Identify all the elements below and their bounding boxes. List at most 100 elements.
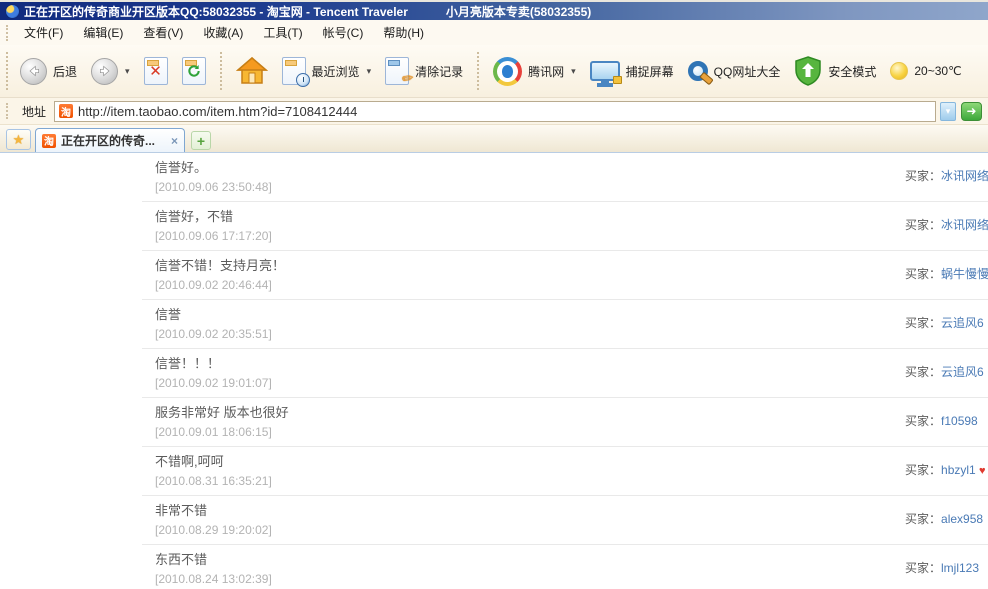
tencent-traveler-logo-icon [6, 5, 19, 18]
buyer-name-link[interactable]: 云追风6 [941, 316, 984, 330]
review-date: [2010.09.02 20:46:44] [155, 278, 988, 292]
buyer-name-link[interactable]: lmjl123 [941, 561, 979, 575]
capture-screen-button[interactable]: 捕捉屏幕 [583, 57, 681, 85]
tab-close-icon[interactable]: × [171, 134, 178, 148]
review-text: 非常不错 [155, 503, 988, 518]
buyer-name-link[interactable]: 冰讯网络 [941, 218, 988, 232]
tab-favicon-icon: 淘 [42, 134, 56, 148]
buyer-label: 买家： [905, 267, 941, 281]
tencent-web-button[interactable]: 腾讯网 ▾ [486, 53, 583, 90]
refresh-icon [182, 57, 206, 85]
toolbar-separator [477, 52, 479, 90]
go-button[interactable]: ➜ [961, 102, 982, 121]
shield-icon [794, 56, 822, 86]
safe-mode-button[interactable]: 安全模式 [787, 52, 883, 90]
buyer-cell: 买家：f10598 [905, 412, 988, 429]
menu-bar: 文件(F) 编辑(E) 查看(V) 收藏(A) 工具(T) 帐号(C) 帮助(H… [0, 20, 988, 45]
review-text: 信誉 [155, 307, 988, 322]
back-button[interactable]: 后退 [13, 54, 84, 89]
forward-button[interactable]: ▾ [84, 54, 137, 89]
tencent-dropdown-caret[interactable]: ▾ [571, 66, 576, 77]
review-list: 信誉好。 [2010.09.06 23:50:48] 买家：冰讯网络 信誉好，不… [142, 153, 988, 589]
new-tab-button[interactable]: + [191, 131, 211, 150]
review-row: 非常不错 [2010.08.29 19:20:02] 买家：alex958 [142, 496, 988, 545]
title-bar: 正在开区的传奇商业开区版本QQ:58032355 - 淘宝网 - Tencent… [0, 0, 988, 20]
menu-file[interactable]: 文件(F) [14, 21, 73, 44]
menu-edit[interactable]: 编辑(E) [73, 21, 133, 44]
favorites-button[interactable]: ★ [6, 129, 31, 150]
buyer-cell: 买家：lmjl123 [905, 559, 988, 576]
address-dropdown-button[interactable]: ▾ [940, 102, 956, 121]
stop-icon: ✕ [144, 57, 168, 85]
review-row: 东西不错 [2010.08.24 13:02:39] 买家：lmjl123 [142, 545, 988, 589]
buyer-cell: 买家：云追风6 [905, 314, 988, 331]
review-row: 信誉 [2010.09.02 20:35:51] 买家：云追风6 [142, 300, 988, 349]
buyer-cell: 买家：冰讯网络 [905, 216, 988, 233]
qq-sites-label: QQ网址大全 [714, 63, 781, 80]
qq-sites-button[interactable]: QQ网址大全 [681, 57, 788, 85]
toolbar-grip[interactable] [6, 52, 8, 90]
recent-history-label: 最近浏览 [312, 63, 360, 80]
forward-dropdown-caret[interactable]: ▾ [125, 66, 130, 77]
tab-bar: ★ 淘 正在开区的传奇... × + [0, 125, 988, 153]
home-icon [236, 56, 268, 86]
stop-button[interactable]: ✕ [137, 53, 175, 89]
home-button[interactable] [229, 52, 275, 90]
capture-screen-label: 捕捉屏幕 [626, 63, 674, 80]
buyer-name-link[interactable]: 云追风6 [941, 365, 984, 379]
review-row: 服务非常好 版本也很好 [2010.09.01 18:06:15] 买家：f10… [142, 398, 988, 447]
address-label: 地址 [22, 103, 46, 120]
address-input[interactable]: 淘 http://item.taobao.com/item.htm?id=710… [54, 101, 936, 122]
review-row: 信誉！！！ [2010.09.02 19:01:07] 买家：云追风6 [142, 349, 988, 398]
review-row: 信誉好，不错 [2010.09.06 17:17:20] 买家：冰讯网络 [142, 202, 988, 251]
recent-history-button[interactable]: 最近浏览 ▾ [275, 53, 379, 89]
forward-icon [91, 58, 118, 85]
vip-heart-icon: ♥ [979, 465, 986, 477]
review-text: 信誉好，不错 [155, 209, 988, 224]
recent-history-icon [282, 57, 306, 85]
menu-help[interactable]: 帮助(H) [373, 21, 434, 44]
buyer-label: 买家： [905, 561, 941, 575]
buyer-label: 买家： [905, 169, 941, 183]
menu-tools[interactable]: 工具(T) [253, 21, 312, 44]
buyer-name-link[interactable]: 冰讯网络 [941, 169, 988, 183]
buyer-label: 买家： [905, 365, 941, 379]
buyer-cell: 买家：hbzyl1 ♥ [905, 461, 988, 478]
tab-active[interactable]: 淘 正在开区的传奇... × [35, 128, 185, 152]
menubar-grip[interactable] [6, 25, 8, 41]
menu-view[interactable]: 查看(V) [133, 21, 193, 44]
refresh-button[interactable] [175, 53, 213, 89]
buyer-name-link[interactable]: f10598 [941, 414, 978, 428]
tencent-qq-icon [487, 50, 528, 91]
buyer-cell: 买家：alex958 [905, 510, 988, 527]
review-text: 东西不错 [155, 552, 988, 567]
back-label: 后退 [53, 63, 77, 80]
weather-widget[interactable]: 20~30℃ [883, 58, 968, 84]
review-date: [2010.09.02 19:01:07] [155, 376, 988, 390]
review-date: [2010.08.31 16:35:21] [155, 474, 988, 488]
tencent-web-label: 腾讯网 [528, 63, 564, 80]
addressbar-grip[interactable] [6, 103, 8, 119]
review-date: [2010.09.06 17:17:20] [155, 229, 988, 243]
buyer-name-link[interactable]: hbzyl1 [941, 463, 976, 477]
clear-history-icon: ✏ [385, 57, 409, 85]
buyer-label: 买家： [905, 316, 941, 330]
broom-icon: ✏ [401, 69, 416, 88]
buyer-cell: 买家：蜗牛慢慢 [905, 265, 988, 282]
recent-dropdown-caret[interactable]: ▾ [367, 66, 372, 77]
buyer-name-link[interactable]: alex958 [941, 512, 983, 526]
buyer-cell: 买家：云追风6 [905, 363, 988, 380]
review-date: [2010.08.24 13:02:39] [155, 572, 988, 586]
menu-favorites[interactable]: 收藏(A) [193, 21, 253, 44]
taobao-favicon-icon: 淘 [59, 104, 73, 118]
screen-capture-icon [590, 61, 620, 81]
address-url[interactable]: http://item.taobao.com/item.htm?id=71084… [78, 104, 357, 119]
menu-account[interactable]: 帐号(C) [313, 21, 374, 44]
review-row: 信誉不错！支持月亮！ [2010.09.02 20:46:44] 买家：蜗牛慢慢 [142, 251, 988, 300]
safe-mode-label: 安全模式 [828, 63, 876, 80]
review-text: 信誉不错！支持月亮！ [155, 258, 988, 273]
tab-label: 正在开区的传奇... [61, 132, 166, 149]
clear-history-button[interactable]: ✏ 清除记录 [378, 53, 470, 89]
review-date: [2010.09.01 18:06:15] [155, 425, 988, 439]
buyer-name-link[interactable]: 蜗牛慢慢 [941, 267, 988, 281]
